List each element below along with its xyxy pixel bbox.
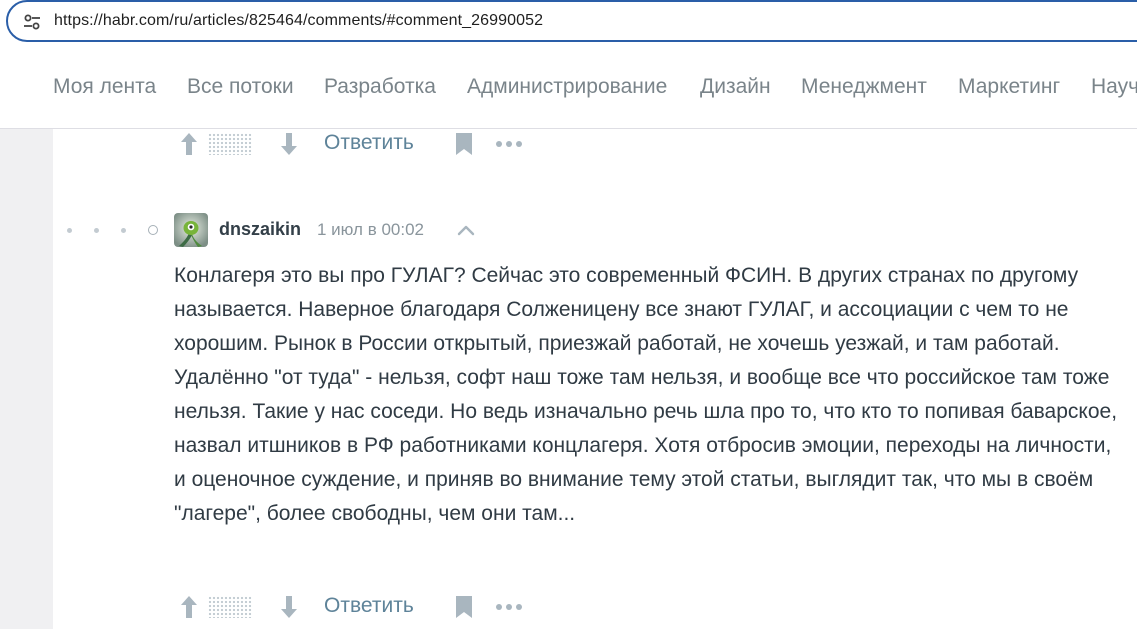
browser-address-bar: https://habr.com/ru/articles/825464/comm… — [0, 0, 1137, 50]
tune-icon[interactable] — [22, 12, 42, 32]
chevron-up-icon[interactable] — [455, 222, 477, 238]
reply-button[interactable]: Ответить — [324, 594, 414, 618]
nav-science[interactable]: Науч — [1091, 75, 1137, 99]
thread-dot — [67, 228, 72, 233]
nav-design[interactable]: Дизайн — [700, 75, 771, 99]
score-placeholder — [208, 596, 252, 618]
thread-ring — [148, 225, 158, 235]
avatar[interactable] — [174, 213, 208, 247]
thread-dot — [121, 228, 126, 233]
nav-administration[interactable]: Администрирование — [467, 75, 667, 99]
comment-author[interactable]: dnszaikin — [219, 219, 301, 240]
bookmark-icon[interactable] — [453, 594, 475, 620]
comment-actions: Ответить — [178, 592, 538, 622]
comment-datetime[interactable]: 1 июл в 00:02 — [317, 220, 424, 240]
arrow-up-icon[interactable] — [178, 131, 200, 157]
nav-marketing[interactable]: Маркетинг — [958, 75, 1060, 99]
arrow-down-icon[interactable] — [278, 594, 300, 620]
hubs-nav: Моя лента Все потоки Разработка Админист… — [0, 50, 1137, 129]
comment-body: Конлагеря это вы про ГУЛАГ? Сейчас это с… — [174, 264, 1118, 525]
prev-comment-actions: Ответить — [178, 129, 538, 159]
nav-my-feed[interactable]: Моя лента — [53, 75, 156, 99]
nav-all-streams[interactable]: Все потоки — [187, 75, 294, 99]
bookmark-icon[interactable] — [453, 131, 475, 157]
url-input[interactable]: https://habr.com/ru/articles/825464/comm… — [6, 0, 1137, 42]
thread-depth-indicator — [65, 225, 165, 237]
thread-dot — [94, 228, 99, 233]
arrow-up-icon[interactable] — [178, 594, 200, 620]
nav-development[interactable]: Разработка — [324, 75, 436, 99]
arrow-down-icon[interactable] — [278, 131, 300, 157]
reply-button[interactable]: Ответить — [324, 131, 414, 155]
more-icon[interactable] — [494, 601, 524, 613]
nav-management[interactable]: Менеджмент — [801, 75, 927, 99]
more-icon[interactable] — [494, 138, 524, 150]
comments-card: Ответить dnszaikin 1 июл в 00:02 Конлаге… — [53, 129, 1137, 629]
score-placeholder — [208, 133, 252, 155]
url-text[interactable]: https://habr.com/ru/articles/825464/comm… — [54, 12, 543, 30]
